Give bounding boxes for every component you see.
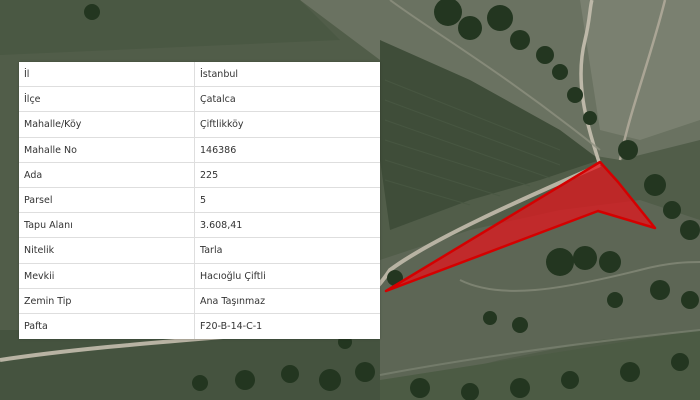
info-row: Tapu Alanı 3.608,41	[19, 213, 380, 239]
info-row: Mevkii Hacıoğlu Çiftli	[19, 263, 380, 289]
info-key: İl	[19, 62, 195, 87]
info-key: Parsel	[19, 187, 195, 213]
info-row: Zemin Tip Ana Taşınmaz	[19, 288, 380, 314]
info-value: Tarla	[200, 245, 223, 257]
info-row: Ada 225	[19, 162, 380, 188]
info-key: Ada	[19, 162, 195, 187]
info-row: Nitelik Tarla	[19, 238, 380, 264]
info-key: İlçe	[19, 87, 195, 112]
info-value: Çatalca	[200, 94, 236, 106]
info-value: İstanbul	[200, 69, 239, 80]
info-row: İl İstanbul	[19, 62, 380, 88]
info-value: Hacıoğlu Çiftli	[200, 270, 266, 282]
info-value: Çiftlikköy	[200, 119, 244, 131]
parcel-info-table: İl İstanbul İlçe Çatalca Mahalle/Köy Çiftlikk…	[19, 62, 380, 340]
info-key: Tapu Alanı	[19, 213, 195, 238]
info-value: 5	[200, 194, 207, 206]
info-key: Pafta	[19, 313, 195, 340]
info-key: Mahalle No	[19, 137, 195, 162]
info-key: Zemin Tip	[19, 288, 195, 313]
info-row: Parsel 5	[19, 187, 380, 214]
info-row: Pafta F20-B-14-C-1	[19, 313, 380, 340]
info-value: Ana Taşınmaz	[200, 295, 266, 307]
info-key: Nitelik	[19, 238, 195, 263]
info-value: 146386	[200, 144, 237, 156]
info-value: F20-B-14-C-1	[200, 320, 263, 332]
info-row: Mahalle No 146386	[19, 137, 380, 163]
info-row: İlçe Çatalca	[19, 87, 380, 113]
info-key: Mevkii	[19, 263, 195, 288]
info-row: Mahalle/Köy Çiftlikköy	[19, 112, 380, 138]
info-key: Mahalle/Köy	[19, 112, 195, 137]
info-value: 3.608,41	[200, 220, 243, 232]
info-value: 225	[200, 169, 219, 181]
